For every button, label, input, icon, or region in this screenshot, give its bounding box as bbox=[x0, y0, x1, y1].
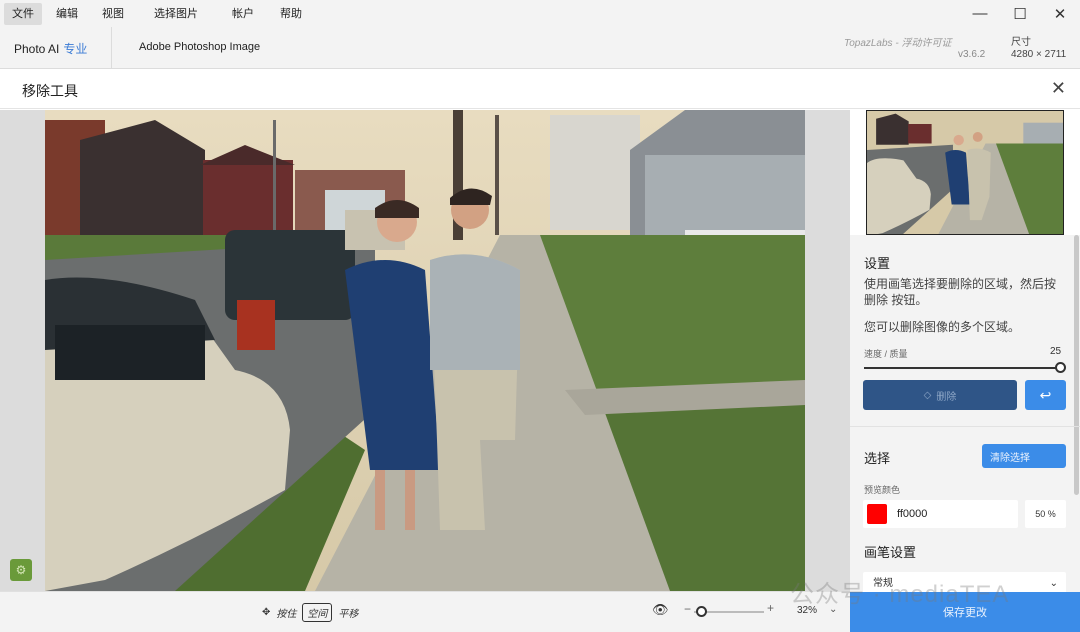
brand-name: Photo AI bbox=[14, 42, 60, 56]
quality-slider-label: 速度 / 质量 bbox=[864, 349, 908, 359]
maximize-button[interactable]: ☐ bbox=[1000, 0, 1040, 27]
photo-image[interactable] bbox=[45, 110, 805, 591]
app-header: Photo AI 专业 Adobe Photoshop Image TopazLa… bbox=[0, 27, 1080, 69]
save-changes-button[interactable]: 保存更改 bbox=[850, 592, 1080, 632]
menu-bar: 文件 编辑 视图 选择图片 帐户 帮助 — ☐ ✕ bbox=[0, 0, 1080, 27]
tool-title: 移除工具 bbox=[22, 83, 78, 99]
brush-mode-value: 常规 bbox=[873, 578, 893, 589]
zoom-value: 32% bbox=[797, 605, 818, 616]
selection-title: 选择 bbox=[864, 451, 891, 466]
eraser-icon: ◇ bbox=[923, 389, 932, 401]
remove-button[interactable]: ◇ 删除 bbox=[863, 380, 1017, 410]
zoom-slider-handle[interactable] bbox=[696, 606, 707, 617]
app-brand: Photo AI 专业 bbox=[14, 40, 87, 57]
brush-settings-title: 画笔设置 bbox=[864, 545, 917, 560]
menu-view[interactable]: 视图 bbox=[94, 3, 132, 25]
color-swatch[interactable] bbox=[867, 504, 887, 524]
remove-button-label: 删除 bbox=[936, 391, 957, 403]
quality-slider-handle[interactable] bbox=[1055, 362, 1066, 373]
preview-color-field[interactable]: ff0000 bbox=[863, 500, 1018, 528]
window-close-button[interactable]: ✕ bbox=[1040, 0, 1080, 27]
overlay-toggle-button[interactable]: ⚙ bbox=[10, 559, 32, 581]
menu-help[interactable]: 帮助 bbox=[272, 3, 310, 25]
zoom-out-button[interactable]: − bbox=[684, 602, 691, 616]
size-value: 4280 × 2711 bbox=[1011, 49, 1067, 60]
header-divider bbox=[111, 27, 112, 69]
pan-hint-action: 平移 bbox=[338, 609, 359, 620]
clear-selection-button[interactable]: 清除选择 bbox=[982, 444, 1066, 468]
settings-description-2: 您可以删除图像的多个区域。 bbox=[864, 320, 1021, 334]
right-panel: 设置 使用画笔选择要删除的区域，然后按 删除 按钮。 您可以删除图像的多个区域。… bbox=[850, 110, 1080, 632]
navigator-thumbnail[interactable] bbox=[866, 110, 1064, 235]
canvas-bottom-bar: ✥ 按住 空间 平移 👁 − + 32% ⌄ bbox=[0, 591, 850, 632]
panel-scrollbar[interactable] bbox=[1074, 235, 1079, 495]
chevron-down-icon[interactable]: ⌄ bbox=[829, 604, 837, 615]
quality-slider-value: 25 bbox=[1050, 346, 1062, 357]
settings-title: 设置 bbox=[864, 256, 891, 271]
size-label: 尺寸 bbox=[1011, 37, 1031, 48]
tool-header: 移除工具 ✕ bbox=[0, 69, 1080, 109]
pan-hint-press: 按住 bbox=[276, 609, 297, 620]
pan-hint-key: 空间 bbox=[302, 603, 333, 622]
section-divider bbox=[850, 426, 1080, 427]
undo-button[interactable]: ↩ bbox=[1025, 380, 1066, 410]
minimize-button[interactable]: — bbox=[960, 0, 1000, 27]
thumbnail-illustration bbox=[867, 111, 1063, 234]
document-name: Adobe Photoshop Image bbox=[139, 41, 261, 53]
gear-icon: ⚙ bbox=[15, 563, 27, 577]
tool-close-button[interactable]: ✕ bbox=[1051, 78, 1066, 99]
brand-tier: 专业 bbox=[63, 42, 88, 56]
undo-icon: ↩ bbox=[1039, 386, 1052, 403]
navigator bbox=[850, 110, 1080, 235]
menu-file[interactable]: 文件 bbox=[4, 2, 42, 25]
zoom-in-button[interactable]: + bbox=[767, 601, 774, 615]
quality-slider-track[interactable] bbox=[864, 367, 1060, 369]
settings-description: 使用画笔选择要删除的区域，然后按 删除 按钮。 bbox=[864, 277, 1057, 307]
preview-color-label: 预览颜色 bbox=[864, 485, 901, 495]
license-label: TopazLabs - 浮动许可证 bbox=[844, 38, 952, 49]
photo-illustration bbox=[45, 110, 805, 591]
pan-hint: ✥ 按住 空间 平移 bbox=[262, 603, 358, 622]
color-hex-value[interactable]: ff0000 bbox=[897, 508, 927, 520]
move-icon: ✥ bbox=[262, 607, 271, 618]
menu-select-image[interactable]: 选择图片 bbox=[146, 3, 206, 25]
eye-icon[interactable]: 👁 bbox=[652, 602, 669, 618]
version-label: v3.6.2 bbox=[958, 49, 986, 60]
menu-edit[interactable]: 编辑 bbox=[48, 3, 86, 25]
image-canvas[interactable]: ⚙ bbox=[0, 110, 850, 591]
opacity-field[interactable]: 50 % bbox=[1025, 500, 1066, 528]
menu-account[interactable]: 帐户 bbox=[224, 3, 262, 25]
